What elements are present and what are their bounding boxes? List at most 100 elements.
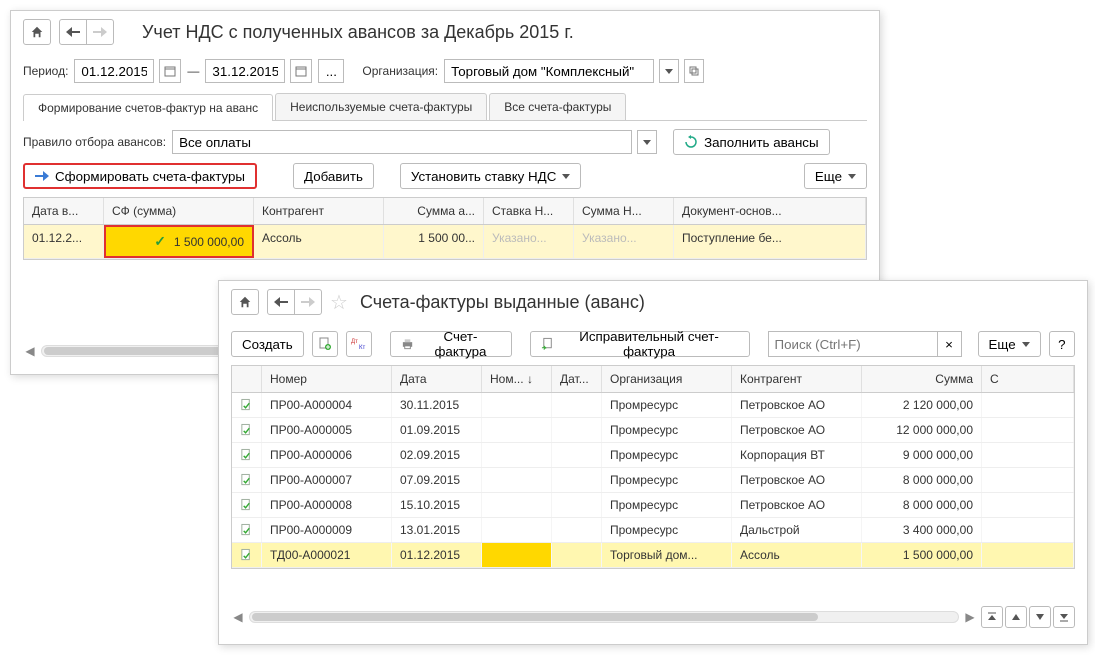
cell-number: ПР00-А000005 bbox=[262, 418, 392, 442]
nav-down-button[interactable] bbox=[1029, 606, 1051, 628]
col-org[interactable]: Организация bbox=[602, 366, 732, 392]
col-number[interactable]: Номер bbox=[262, 366, 392, 392]
col-nom[interactable]: Ном... ↓ bbox=[482, 366, 552, 392]
nav-up-button[interactable] bbox=[1005, 606, 1027, 628]
arrow-right-icon bbox=[93, 27, 107, 37]
home-button[interactable] bbox=[231, 289, 259, 315]
tab-forming[interactable]: Формирование счетов-фактур на аванс bbox=[23, 94, 273, 121]
org-open-button[interactable] bbox=[684, 59, 704, 83]
nav-bottom-button[interactable] bbox=[1053, 606, 1075, 628]
col-contractor[interactable]: Контрагент bbox=[732, 366, 862, 392]
scroll-track[interactable] bbox=[249, 611, 959, 623]
calendar-from-button[interactable] bbox=[159, 59, 181, 83]
more-button[interactable]: Еще bbox=[804, 163, 867, 189]
table-row[interactable]: ПР00-А00000913.01.2015ПромресурсДальстро… bbox=[232, 518, 1074, 543]
table-row[interactable]: 01.12.2... ✓ 1 500 000,00 Ассоль 1 500 0… bbox=[24, 225, 866, 259]
period-select-button[interactable]: ... bbox=[318, 59, 344, 83]
set-vat-rate-button[interactable]: Установить ставку НДС bbox=[400, 163, 581, 189]
cell-icon bbox=[232, 468, 262, 492]
help-button[interactable]: ? bbox=[1049, 331, 1075, 357]
date-to-input[interactable] bbox=[205, 59, 285, 83]
col-icon[interactable] bbox=[232, 366, 262, 392]
cell-date: 07.09.2015 bbox=[392, 468, 482, 492]
table-row[interactable]: ПР00-А00000707.09.2015ПромресурсПетровск… bbox=[232, 468, 1074, 493]
calendar-icon bbox=[164, 65, 176, 77]
tab-all[interactable]: Все счета-фактуры bbox=[489, 93, 626, 120]
window-title: Счета-фактуры выданные (аванс) bbox=[360, 292, 645, 313]
dtkt-button[interactable]: ДтКт bbox=[346, 331, 372, 357]
document-check-icon bbox=[240, 473, 253, 487]
cell-org: Промресурс bbox=[602, 493, 732, 517]
sort-down-icon: ↓ bbox=[527, 372, 533, 386]
col-sum[interactable]: Сумма bbox=[862, 366, 982, 392]
col-date[interactable]: Дата в... bbox=[24, 198, 104, 224]
cell-date: 01.12.2015 bbox=[392, 543, 482, 567]
col-last[interactable]: С bbox=[982, 366, 1074, 392]
scroll-left-icon[interactable]: ◀ bbox=[231, 610, 245, 624]
cell-date: 13.01.2015 bbox=[392, 518, 482, 542]
rule-dropdown-button[interactable] bbox=[637, 130, 657, 154]
forward-button[interactable] bbox=[294, 289, 322, 315]
table-row[interactable]: ТД00-А00002101.12.2015Торговый дом...Асс… bbox=[232, 543, 1074, 568]
fill-advances-button[interactable]: Заполнить авансы bbox=[673, 129, 830, 155]
col-vat[interactable]: Сумма Н... bbox=[574, 198, 674, 224]
col-dat2[interactable]: Дат... bbox=[552, 366, 602, 392]
rule-label: Правило отбора авансов: bbox=[23, 135, 166, 149]
print-invoice-button[interactable]: Счет-фактура bbox=[390, 331, 511, 357]
table-row[interactable]: ПР00-А00000602.09.2015ПромресурсКорпорац… bbox=[232, 443, 1074, 468]
window-title: Учет НДС с полученных авансов за Декабрь… bbox=[142, 22, 574, 43]
home-button[interactable] bbox=[23, 19, 51, 45]
org-label: Организация: bbox=[362, 64, 438, 78]
copy-button[interactable] bbox=[312, 331, 338, 357]
tab-content: Правило отбора авансов: Заполнить авансы… bbox=[11, 121, 879, 268]
cell-nom bbox=[482, 543, 552, 567]
cell-nom bbox=[482, 443, 552, 467]
cell-icon bbox=[232, 393, 262, 417]
forward-button[interactable] bbox=[86, 19, 114, 45]
tabs: Формирование счетов-фактур на аванс Неис… bbox=[23, 93, 867, 121]
refresh-icon bbox=[684, 135, 698, 149]
chevron-down-icon bbox=[665, 69, 673, 74]
scroll-left-icon[interactable]: ◀ bbox=[23, 344, 37, 358]
scroll-thumb[interactable] bbox=[252, 613, 818, 621]
cell-icon bbox=[232, 443, 262, 467]
cell-icon bbox=[232, 543, 262, 567]
col-date[interactable]: Дата bbox=[392, 366, 482, 392]
col-rate[interactable]: Ставка Н... bbox=[484, 198, 574, 224]
col-doc[interactable]: Документ-основ... bbox=[674, 198, 866, 224]
rule-select[interactable] bbox=[172, 130, 632, 154]
calendar-icon bbox=[295, 65, 307, 77]
table-row[interactable]: ПР00-А00000501.09.2015ПромресурсПетровск… bbox=[232, 418, 1074, 443]
col-sf[interactable]: СФ (сумма) bbox=[104, 198, 254, 224]
cell-last bbox=[982, 393, 1074, 417]
clear-search-button[interactable]: × bbox=[938, 331, 962, 357]
document-plus-icon bbox=[318, 337, 332, 351]
date-from-input[interactable] bbox=[74, 59, 154, 83]
add-button[interactable]: Добавить bbox=[293, 163, 374, 189]
bar-up-icon bbox=[987, 612, 997, 622]
window-invoices-issued: ☆ Счета-фактуры выданные (аванс) Создать… bbox=[218, 280, 1088, 645]
calendar-to-button[interactable] bbox=[290, 59, 312, 83]
tab-unused[interactable]: Неиспользуемые счета-фактуры bbox=[275, 93, 487, 120]
org-dropdown-button[interactable] bbox=[659, 59, 679, 83]
search-input[interactable] bbox=[768, 331, 938, 357]
nav-top-button[interactable] bbox=[981, 606, 1003, 628]
form-invoices-button[interactable]: Сформировать счета-фактуры bbox=[23, 163, 257, 189]
create-button[interactable]: Создать bbox=[231, 331, 304, 357]
more-button[interactable]: Еще bbox=[978, 331, 1041, 357]
home-icon bbox=[238, 295, 252, 309]
table-row[interactable]: ПР00-А00000815.10.2015ПромресурсПетровск… bbox=[232, 493, 1074, 518]
favorite-star-icon[interactable]: ☆ bbox=[330, 290, 348, 315]
col-sum[interactable]: Сумма а... bbox=[384, 198, 484, 224]
table-row[interactable]: ПР00-А00000430.11.2015ПромресурсПетровск… bbox=[232, 393, 1074, 418]
col-contractor[interactable]: Контрагент bbox=[254, 198, 384, 224]
cell-sum: 1 500 000,00 bbox=[862, 543, 982, 567]
org-input[interactable] bbox=[444, 59, 654, 83]
correction-invoice-button[interactable]: Исправительный счет-фактура bbox=[530, 331, 750, 357]
back-button[interactable] bbox=[59, 19, 87, 45]
h-scrollbar[interactable]: ◀ ▶ bbox=[231, 606, 1075, 628]
cell-dat2 bbox=[552, 543, 602, 567]
open-icon bbox=[689, 66, 699, 76]
scroll-right-icon[interactable]: ▶ bbox=[963, 610, 977, 624]
back-button[interactable] bbox=[267, 289, 295, 315]
